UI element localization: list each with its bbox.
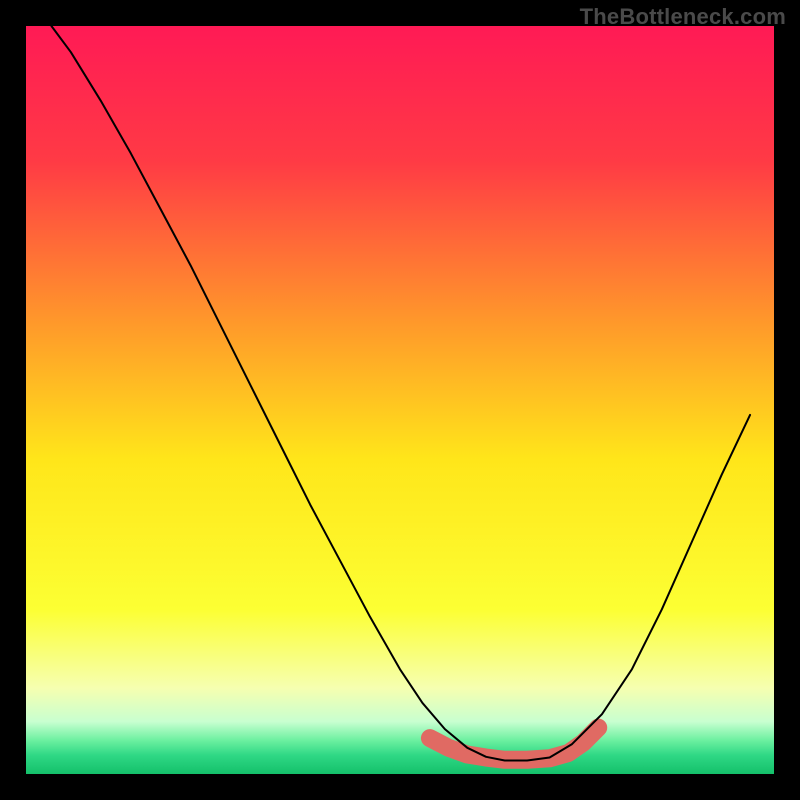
frame-right <box>774 0 800 800</box>
frame-bottom <box>0 774 800 800</box>
chart-frame: TheBottleneck.com <box>0 0 800 800</box>
watermark-text: TheBottleneck.com <box>580 4 786 30</box>
bottleneck-chart <box>0 0 800 800</box>
plot-background <box>26 26 774 774</box>
frame-left <box>0 0 26 800</box>
